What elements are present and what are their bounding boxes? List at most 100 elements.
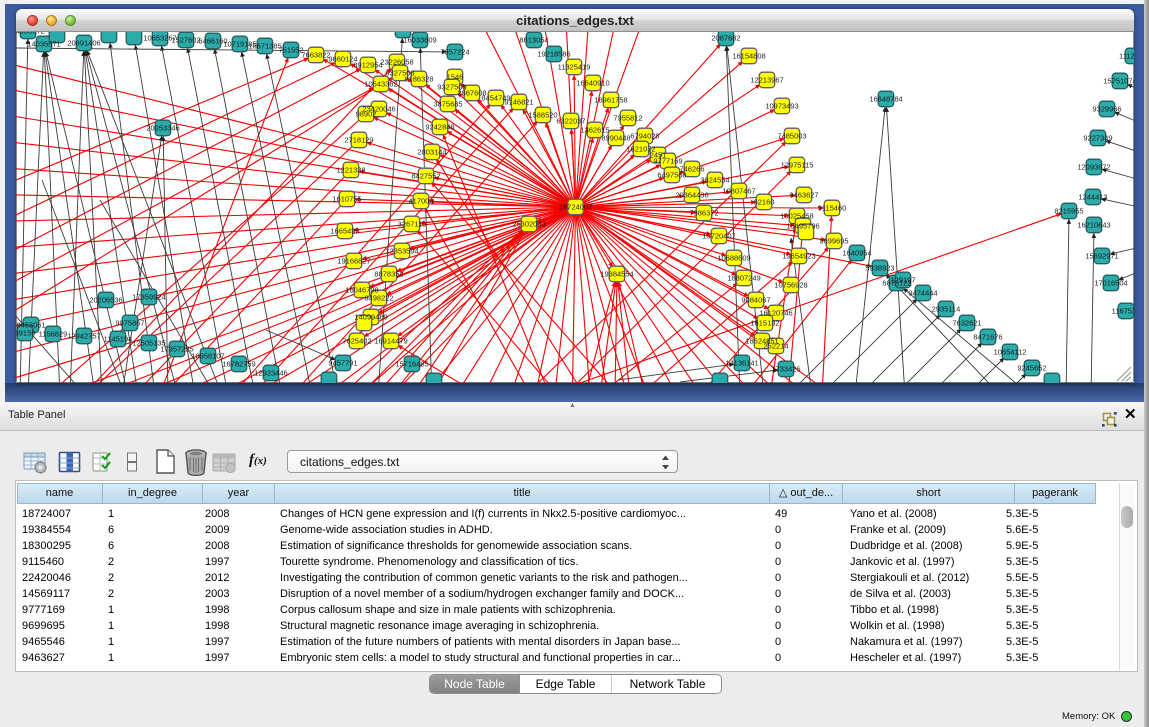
svg-text:1615132: 1615132 (750, 319, 779, 328)
svg-text:1665496: 1665496 (330, 227, 359, 236)
svg-text:15720407: 15720407 (702, 232, 735, 241)
svg-text:8498222: 8498222 (364, 294, 393, 303)
svg-text:9115460: 9115460 (818, 204, 847, 213)
svg-text:14035572: 14035572 (16, 32, 45, 36)
svg-text:15751074: 15751074 (1103, 77, 1134, 86)
svg-text:10958107: 10958107 (191, 352, 224, 361)
svg-text:417004: 417004 (408, 197, 433, 206)
svg-text:5938923: 5938923 (865, 264, 894, 273)
svg-text:15495796: 15495796 (786, 222, 819, 231)
svg-text:12093872: 12093872 (1077, 163, 1110, 172)
svg-text:15716485: 15716485 (395, 360, 428, 369)
svg-text:15692971: 15692971 (1085, 252, 1118, 261)
svg-text:6322037: 6322037 (556, 117, 585, 126)
svg-text:20364436: 20364436 (675, 191, 708, 200)
svg-text:3267110: 3267110 (398, 220, 427, 229)
svg-text:12213967: 12213967 (750, 76, 783, 85)
svg-text:10654112: 10654112 (994, 348, 1027, 357)
svg-text:1167533: 1167533 (1112, 307, 1134, 316)
svg-text:7632621: 7632621 (952, 319, 981, 328)
svg-text:14136141: 14136141 (725, 359, 758, 368)
svg-text:25302033: 25302033 (512, 220, 545, 229)
svg-text:1221338: 1221338 (336, 166, 365, 175)
svg-text:9084067: 9084067 (741, 296, 770, 305)
svg-text:14035571: 14035571 (27, 40, 60, 49)
svg-text:10025458: 10025458 (780, 212, 813, 221)
svg-text:7986372: 7986372 (689, 209, 718, 218)
svg-text:9975867: 9975867 (115, 319, 144, 328)
svg-text:9242848: 9242848 (425, 123, 454, 132)
svg-text:19384554: 19384554 (600, 270, 633, 279)
svg-text:1527602: 1527602 (171, 36, 200, 45)
svg-text:9245652: 9245652 (1017, 364, 1046, 373)
svg-text:9699695: 9699695 (819, 237, 848, 246)
svg-text:1546: 1546 (447, 73, 464, 82)
svg-text:1156829: 1156829 (39, 330, 68, 339)
svg-text:18724007: 18724007 (559, 203, 592, 212)
svg-text:2935114: 2935114 (932, 305, 961, 314)
svg-text:10807467: 10807467 (722, 187, 755, 196)
svg-text:8186328: 8186328 (404, 75, 433, 84)
svg-text:16120746: 16120746 (759, 309, 792, 318)
svg-text:2087682: 2087682 (711, 34, 740, 43)
svg-text:98902: 98902 (356, 110, 377, 119)
svg-text:2803144: 2803144 (417, 148, 446, 157)
svg-text:19654923: 19654923 (782, 252, 815, 261)
svg-text:17016504: 17016504 (1094, 279, 1127, 288)
svg-text:20691406: 20691406 (67, 39, 100, 48)
svg-text:7357224: 7357224 (440, 48, 469, 57)
svg-text:9457791: 9457791 (328, 359, 357, 368)
svg-text:6794028: 6794028 (630, 132, 659, 141)
svg-text:252214: 252214 (763, 342, 788, 351)
svg-text:19218586: 19218586 (537, 50, 570, 59)
svg-text:17957225: 17957225 (160, 345, 193, 354)
svg-text:8990448: 8990448 (601, 134, 630, 143)
svg-text:16210643: 16210643 (1077, 221, 1110, 230)
svg-text:129197: 129197 (890, 276, 915, 285)
svg-text:62160: 62160 (754, 198, 775, 207)
svg-text:1610755: 1610755 (332, 195, 361, 204)
svg-text:8813054: 8813054 (519, 36, 548, 45)
svg-text:16671385: 16671385 (248, 42, 281, 51)
svg-text:39159: 39159 (16, 329, 35, 338)
svg-text:2718129: 2718129 (344, 136, 373, 145)
svg-text:20053346: 20053346 (146, 124, 179, 133)
svg-text:1640954: 1640954 (842, 249, 871, 258)
svg-text:1588520: 1588520 (528, 111, 557, 120)
svg-text:8215955: 8215955 (1054, 207, 1083, 216)
svg-text:16154808: 16154808 (732, 52, 765, 61)
svg-text:9463627: 9463627 (789, 191, 818, 200)
svg-text:8471676: 8471676 (973, 333, 1002, 342)
svg-text:10973493: 10973493 (765, 102, 798, 111)
svg-text:19166827: 19166827 (337, 257, 370, 266)
svg-text:7663822: 7663822 (301, 51, 330, 60)
svg-text:16033809: 16033809 (403, 36, 436, 45)
svg-text:12942757: 12942757 (67, 332, 100, 341)
svg-text:16640910: 16640910 (576, 79, 609, 88)
svg-text:16648784: 16648784 (869, 95, 902, 104)
svg-text:8427552: 8427552 (411, 172, 440, 181)
svg-text:7955812: 7955812 (613, 114, 642, 123)
svg-text:12923446: 12923446 (254, 369, 287, 378)
svg-text:16914479: 16914479 (374, 337, 407, 346)
svg-text:10756928: 10756928 (774, 281, 807, 290)
svg-text:1244413: 1244413 (1078, 193, 1107, 202)
svg-text:12975115: 12975115 (781, 161, 814, 170)
svg-text:11325419: 11325419 (558, 63, 591, 72)
svg-text:3875685: 3875685 (433, 100, 462, 109)
svg-text:9474444: 9474444 (908, 289, 937, 298)
svg-text:10688609: 10688609 (717, 254, 750, 263)
svg-text:9777169: 9777169 (653, 157, 682, 166)
svg-text:8912954: 8912954 (353, 61, 382, 70)
svg-text:16961758: 16961758 (594, 96, 627, 105)
svg-text:10543362: 10543362 (364, 80, 397, 89)
svg-text:12353594: 12353594 (385, 247, 418, 256)
svg-text:9146821: 9146821 (504, 98, 533, 107)
svg-text:1145194: 1145194 (104, 335, 133, 344)
svg-text:1733426: 1733426 (771, 365, 800, 374)
svg-text:14099489: 14099489 (354, 313, 387, 322)
svg-text:6497568: 6497568 (657, 171, 686, 180)
svg-text:20206536: 20206536 (89, 296, 122, 305)
svg-text:23226058: 23226058 (380, 58, 413, 67)
svg-text:9329966: 9329966 (1092, 105, 1121, 114)
